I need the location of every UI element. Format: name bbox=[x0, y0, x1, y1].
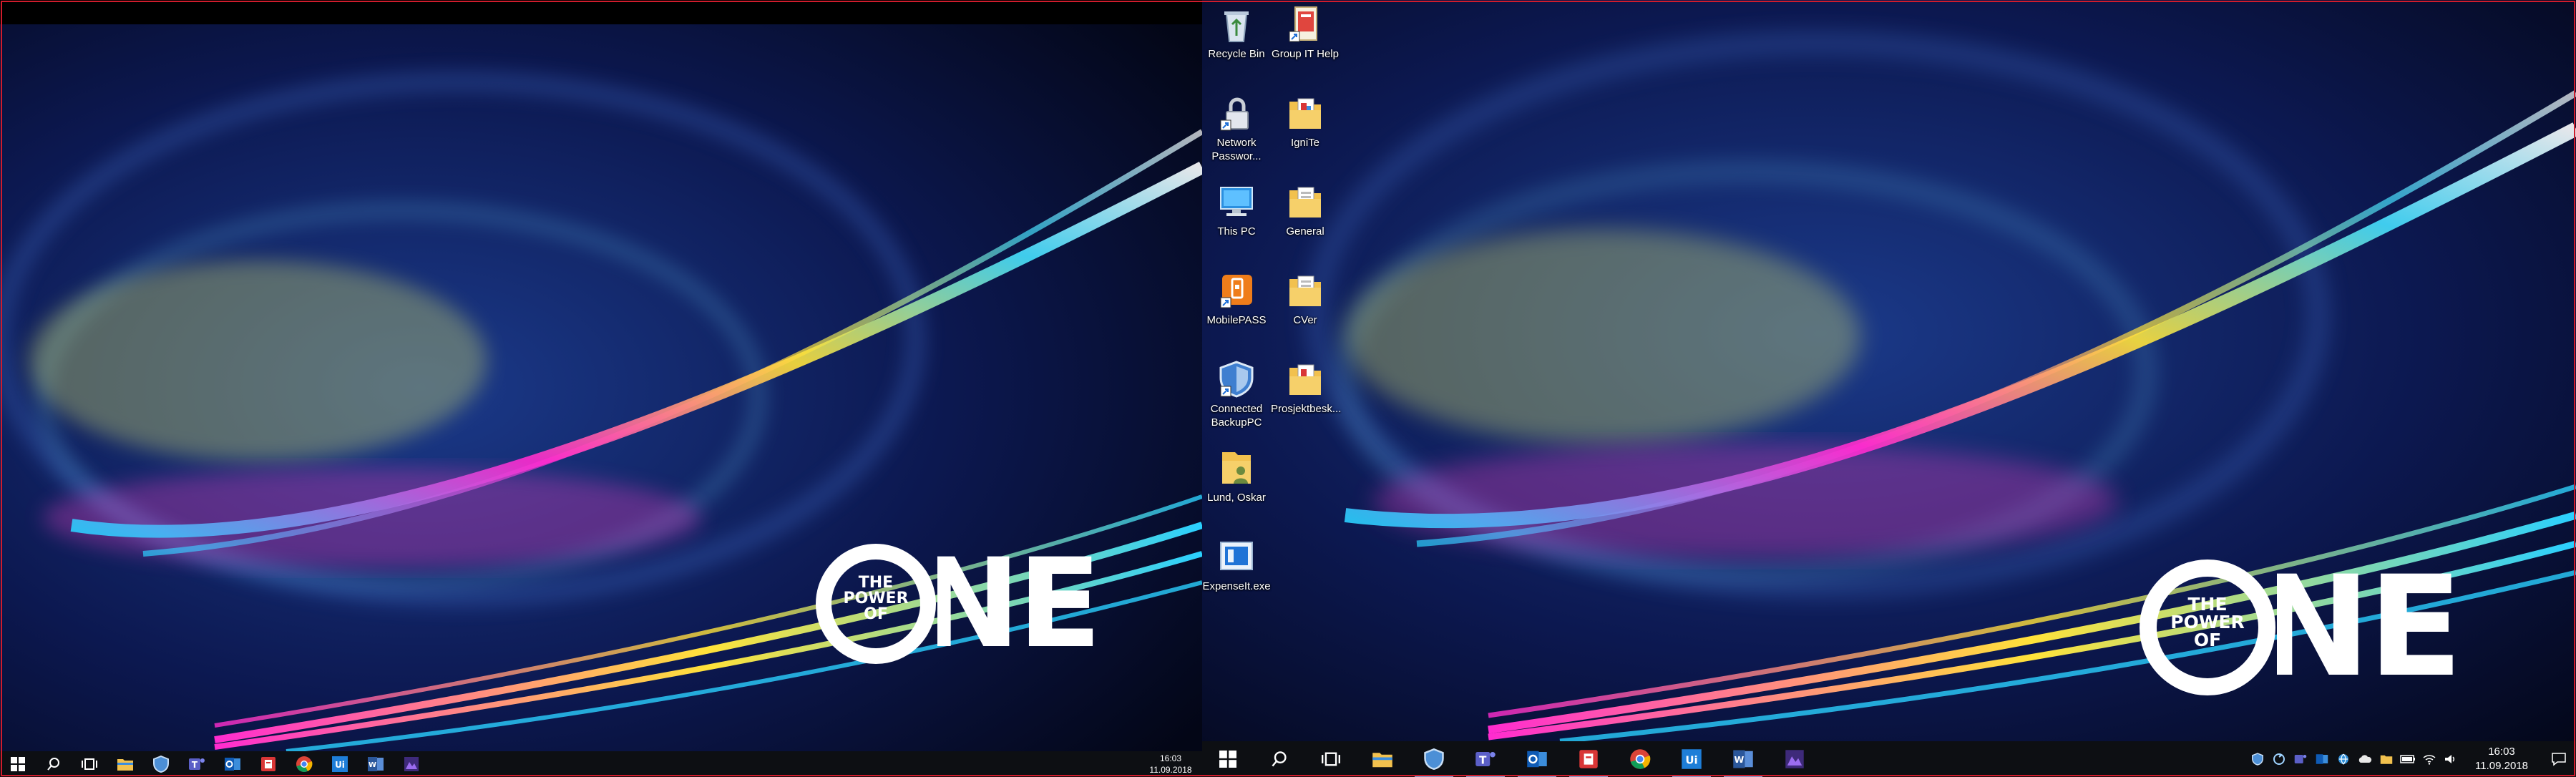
battery-tray-icon[interactable] bbox=[2397, 741, 2419, 777]
folder-document-icon bbox=[1285, 359, 1325, 399]
right-monitor: Recycle Bin Group IT Help Network Passwo… bbox=[1202, 0, 2576, 777]
logo-line-of: OF bbox=[864, 605, 888, 623]
clock-left[interactable]: 16:03 11.09.2018 bbox=[1139, 751, 1202, 777]
outlook-icon[interactable] bbox=[215, 751, 250, 777]
expenseit-icon bbox=[1216, 537, 1257, 577]
svg-text:W: W bbox=[369, 761, 376, 769]
purple-app-icon[interactable] bbox=[1769, 741, 1820, 777]
desktop-icon-label: This PC bbox=[1217, 225, 1256, 238]
mobilepass-icon bbox=[1216, 270, 1257, 311]
power-of-one-logo-left: THE POWER OF ONE bbox=[816, 539, 1138, 668]
folder-document-icon bbox=[1285, 182, 1325, 222]
volume-tray-icon[interactable] bbox=[2440, 741, 2462, 777]
desktop-icon-connected-backuppc[interactable]: Connected BackupPC bbox=[1202, 359, 1271, 429]
action-center-icon[interactable] bbox=[2542, 741, 2576, 777]
desktop-icon-network-password[interactable]: Network Passwor... bbox=[1202, 93, 1271, 163]
left-monitor: THE POWER OF ONE T Ui W 16:03 11.09.2018 bbox=[0, 0, 1202, 777]
clock-time: 16:03 bbox=[2488, 746, 2515, 758]
desktop-icon-label: Group IT Help bbox=[1272, 48, 1339, 60]
shield-tray-icon[interactable] bbox=[2247, 741, 2268, 777]
task-view-icon[interactable] bbox=[72, 751, 107, 777]
computer-icon bbox=[1216, 182, 1257, 222]
purple-app-icon[interactable] bbox=[394, 751, 429, 777]
shield-app-icon[interactable] bbox=[1408, 741, 1460, 777]
teams-tray-icon[interactable] bbox=[2290, 741, 2311, 777]
recycle-bin-icon bbox=[1216, 4, 1257, 44]
logo-line-the: THE bbox=[2187, 594, 2228, 615]
desktop-icon-label: IgniTe bbox=[1290, 137, 1320, 149]
user-folder-icon bbox=[1216, 448, 1257, 488]
globe-tray-icon[interactable] bbox=[2333, 741, 2354, 777]
desktop-icon-general[interactable]: General bbox=[1271, 182, 1340, 238]
desktop-icon-lund-oskar[interactable]: Lund, Oskar bbox=[1202, 448, 1271, 504]
desktop-icon-group-it-help[interactable]: Group IT Help bbox=[1271, 4, 1340, 61]
svg-text:W: W bbox=[1734, 754, 1744, 765]
start-icon[interactable] bbox=[1202, 741, 1254, 777]
black-strip bbox=[0, 0, 1202, 24]
taskbar-left: T Ui W 16:03 11.09.2018 bbox=[0, 751, 1202, 777]
clock-right[interactable]: 16:03 11.09.2018 bbox=[2462, 741, 2542, 777]
uipath-icon[interactable]: Ui bbox=[1666, 741, 1717, 777]
desktop-icon-this-pc[interactable]: This PC bbox=[1202, 182, 1271, 238]
clock-date: 11.09.2018 bbox=[1149, 765, 1192, 775]
svg-text:Ui: Ui bbox=[335, 760, 345, 770]
teams-icon[interactable]: T bbox=[1460, 741, 1511, 777]
chrome-icon[interactable] bbox=[1614, 741, 1666, 777]
desktop-icon-label: MobilePASS bbox=[1206, 314, 1267, 326]
search-icon[interactable] bbox=[1254, 741, 1305, 777]
desktop-icon-label: ExpenseIt.exe bbox=[1202, 580, 1271, 592]
svg-text:Ui: Ui bbox=[1685, 753, 1697, 766]
logo-line-power: POWER bbox=[843, 590, 909, 607]
taskbar-right: T Ui W 16:03 11.09.2018 bbox=[1202, 741, 2576, 777]
svg-text:T: T bbox=[1479, 753, 1487, 766]
logo-line-the: THE bbox=[858, 574, 894, 592]
power-of-one-logo-right: THE POWER OF ONE bbox=[2140, 555, 2504, 698]
logo-line-power: POWER bbox=[2170, 612, 2245, 632]
system-tray: 16:03 11.09.2018 bbox=[2247, 741, 2576, 777]
desktop-icon-label: Connected BackupPC bbox=[1210, 403, 1263, 429]
desktop-icon-prosjektbesk[interactable]: Prosjektbesk... bbox=[1271, 359, 1342, 416]
folder-document-icon bbox=[1285, 93, 1325, 133]
shield-app-icon[interactable] bbox=[143, 751, 179, 777]
lock-shortcut-icon bbox=[1216, 93, 1257, 133]
file-explorer-icon[interactable] bbox=[107, 751, 143, 777]
red-app-icon[interactable] bbox=[1563, 741, 1614, 777]
desktop-icon-recycle-bin[interactable]: Recycle Bin bbox=[1202, 4, 1271, 61]
word-icon[interactable]: W bbox=[1717, 741, 1769, 777]
task-view-icon[interactable] bbox=[1305, 741, 1357, 777]
desktop-icon-label: Prosjektbesk... bbox=[1271, 403, 1342, 415]
desktop-icon-label: Recycle Bin bbox=[1208, 48, 1265, 60]
desktop-icon-label: General bbox=[1286, 225, 1324, 238]
teams-icon[interactable]: T bbox=[179, 751, 215, 777]
desktop-icon-cver[interactable]: CVer bbox=[1271, 270, 1340, 327]
desktop-icon-mobilepass[interactable]: MobilePASS bbox=[1202, 270, 1271, 327]
folder-document-icon bbox=[1285, 270, 1325, 311]
svg-text:T: T bbox=[192, 760, 198, 770]
desktop-icon-label: CVer bbox=[1293, 314, 1317, 326]
clock-time: 16:03 bbox=[1159, 753, 1182, 763]
desktop-icon-label: Network Passwor... bbox=[1211, 137, 1262, 162]
logo-line-of: OF bbox=[2193, 630, 2222, 650]
word-icon[interactable]: W bbox=[358, 751, 394, 777]
uipath-icon[interactable]: Ui bbox=[322, 751, 358, 777]
sync-tray-icon[interactable] bbox=[2268, 741, 2290, 777]
clock-date: 11.09.2018 bbox=[2475, 760, 2528, 772]
search-icon[interactable] bbox=[36, 751, 72, 777]
onedrive-tray-icon[interactable] bbox=[2354, 741, 2376, 777]
desktop-icon-label: Lund, Oskar bbox=[1207, 492, 1266, 504]
desktop-icon-ignite[interactable]: IgniTe bbox=[1271, 93, 1340, 150]
outlook-icon[interactable] bbox=[1511, 741, 1563, 777]
file-explorer-icon[interactable] bbox=[1357, 741, 1408, 777]
folder-tray-icon[interactable] bbox=[2376, 741, 2397, 777]
start-icon[interactable] bbox=[0, 751, 36, 777]
red-app-icon[interactable] bbox=[250, 751, 286, 777]
chrome-icon[interactable] bbox=[286, 751, 322, 777]
shield-shortcut-icon bbox=[1216, 359, 1257, 399]
outlook-tray-icon[interactable] bbox=[2311, 741, 2333, 777]
desktop-icon-expenseit[interactable]: ExpenseIt.exe bbox=[1202, 537, 1271, 593]
document-shortcut-icon bbox=[1285, 4, 1325, 44]
wifi-tray-icon[interactable] bbox=[2419, 741, 2440, 777]
